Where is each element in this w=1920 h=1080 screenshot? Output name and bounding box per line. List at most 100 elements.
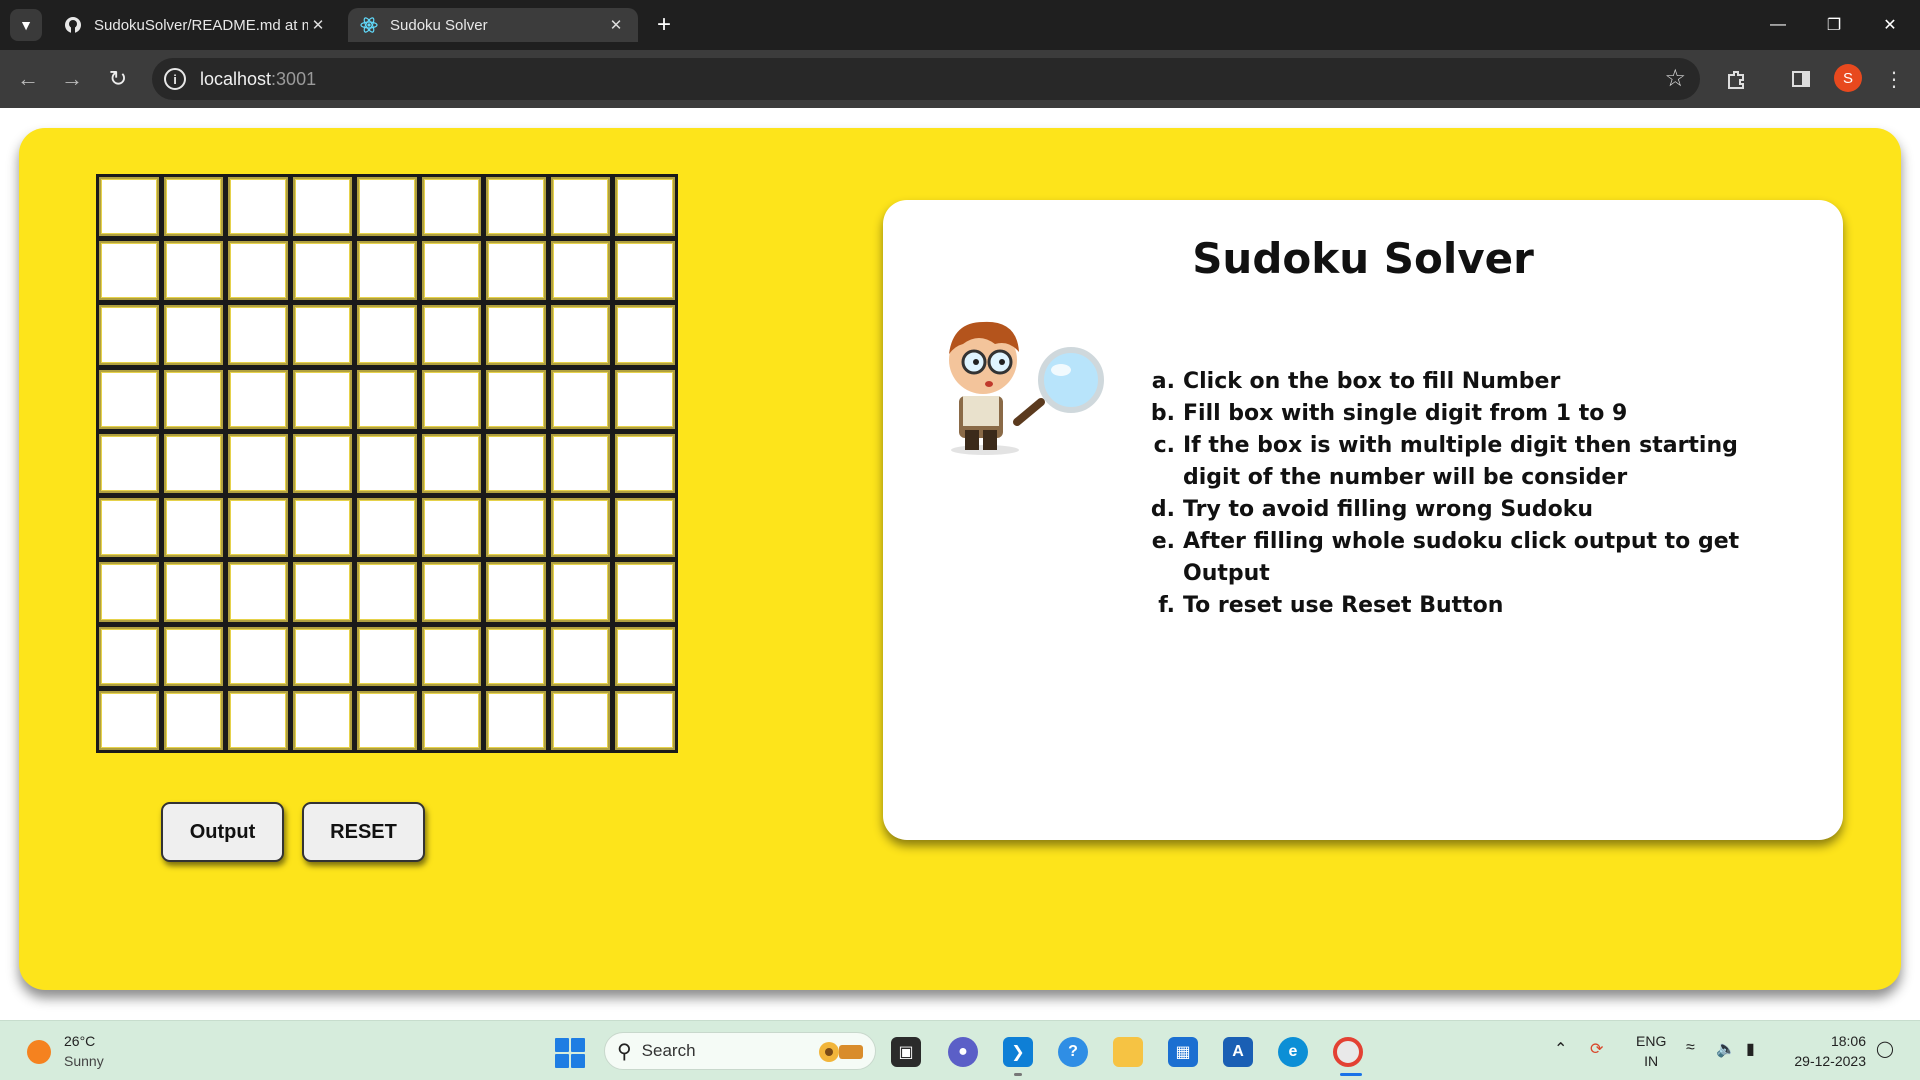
sudoku-cell[interactable] [292, 562, 353, 622]
sudoku-cell[interactable] [228, 241, 288, 301]
sudoku-cell[interactable] [357, 690, 417, 750]
tab-sudoku-solver[interactable]: Sudoku Solver ✕ [348, 8, 638, 42]
sudoku-cell[interactable] [486, 369, 546, 429]
sudoku-cell[interactable] [292, 241, 353, 301]
battery-icon[interactable]: ▮ [1746, 1039, 1755, 1059]
sudoku-cell[interactable] [292, 626, 353, 686]
tab-readme[interactable]: SudokuSolver/README.md at m ✕ [52, 8, 340, 42]
sudoku-cell[interactable] [486, 562, 546, 622]
side-panel-icon[interactable] [1785, 63, 1817, 95]
reload-icon[interactable]: ↻ [102, 63, 134, 95]
sudoku-cell[interactable] [163, 369, 224, 429]
sudoku-cell[interactable] [421, 305, 482, 365]
sudoku-cell[interactable] [421, 433, 482, 494]
task-view-icon[interactable]: ▣ [891, 1037, 921, 1067]
sudoku-cell[interactable] [421, 241, 482, 301]
sudoku-cell[interactable] [163, 177, 224, 237]
sudoku-cell[interactable] [421, 498, 482, 558]
back-arrow-icon[interactable]: ← [12, 63, 44, 95]
clock[interactable]: 18:06 29-12-2023 [1784, 1031, 1866, 1071]
sudoku-cell[interactable] [228, 433, 288, 494]
sudoku-cell[interactable] [615, 433, 675, 494]
sudoku-cell[interactable] [486, 177, 546, 237]
language-indicator[interactable]: ENG IN [1636, 1031, 1666, 1071]
sudoku-cell[interactable] [163, 241, 224, 301]
sudoku-cell[interactable] [486, 498, 546, 558]
file-explorer-icon[interactable] [1113, 1037, 1143, 1067]
volume-icon[interactable]: 🔈 [1716, 1039, 1736, 1059]
tab-search-button[interactable]: ▼ [10, 9, 42, 41]
reset-button[interactable]: RESET [302, 802, 425, 862]
sudoku-cell[interactable] [99, 626, 159, 686]
sudoku-cell[interactable] [486, 433, 546, 494]
forward-arrow-icon[interactable]: → [56, 63, 88, 95]
sudoku-cell[interactable] [99, 690, 159, 750]
sudoku-cell[interactable] [99, 498, 159, 558]
sudoku-cell[interactable] [421, 369, 482, 429]
vscode-icon[interactable]: ❯ [1003, 1037, 1033, 1067]
help-icon[interactable]: ? [1058, 1037, 1088, 1067]
sudoku-cell[interactable] [228, 562, 288, 622]
address-bar[interactable]: i localhost:3001 ☆ [152, 58, 1700, 100]
sudoku-cell[interactable] [99, 177, 159, 237]
close-icon[interactable]: ✕ [606, 15, 626, 35]
sudoku-cell[interactable] [357, 626, 417, 686]
sudoku-cell[interactable] [421, 690, 482, 750]
sudoku-cell[interactable] [550, 498, 611, 558]
close-icon[interactable]: ✕ [308, 15, 328, 35]
sudoku-cell[interactable] [357, 305, 417, 365]
sudoku-cell[interactable] [228, 177, 288, 237]
window-close-icon[interactable]: ✕ [1862, 0, 1918, 50]
sudoku-cell[interactable] [292, 369, 353, 429]
sudoku-cell[interactable] [486, 305, 546, 365]
sudoku-cell[interactable] [421, 177, 482, 237]
sudoku-cell[interactable] [615, 241, 675, 301]
sudoku-cell[interactable] [292, 690, 353, 750]
sudoku-cell[interactable] [99, 433, 159, 494]
sudoku-cell[interactable] [292, 177, 353, 237]
sudoku-cell[interactable] [486, 626, 546, 686]
restore-icon[interactable]: ❐ [1806, 0, 1862, 50]
sync-icon[interactable]: ⟳ [1590, 1039, 1603, 1059]
sudoku-cell[interactable] [550, 690, 611, 750]
sudoku-cell[interactable] [292, 433, 353, 494]
sudoku-cell[interactable] [550, 241, 611, 301]
bookmark-star-icon[interactable]: ☆ [1664, 64, 1686, 93]
sudoku-cell[interactable] [486, 690, 546, 750]
teams-chat-icon[interactable]: ● [948, 1037, 978, 1067]
sudoku-cell[interactable] [357, 177, 417, 237]
sudoku-cell[interactable] [292, 498, 353, 558]
sudoku-cell[interactable] [357, 241, 417, 301]
taskbar-search[interactable]: ⚲ Search [604, 1032, 876, 1070]
minimize-icon[interactable]: — [1750, 0, 1806, 50]
sudoku-cell[interactable] [163, 433, 224, 494]
extensions-icon[interactable] [1720, 63, 1752, 95]
weather-widget[interactable]: 26°C Sunny [64, 1031, 104, 1071]
sudoku-cell[interactable] [550, 177, 611, 237]
sudoku-cell[interactable] [615, 369, 675, 429]
sudoku-cell[interactable] [357, 562, 417, 622]
sudoku-cell[interactable] [615, 626, 675, 686]
sudoku-cell[interactable] [163, 562, 224, 622]
notification-bell-icon[interactable]: ◯ [1876, 1039, 1894, 1059]
more-menu-icon[interactable]: ⋮ [1878, 63, 1910, 95]
output-button[interactable]: Output [161, 802, 284, 862]
wifi-icon[interactable]: ≈ [1686, 1039, 1695, 1057]
sudoku-cell[interactable] [228, 626, 288, 686]
sudoku-cell[interactable] [550, 369, 611, 429]
sudoku-cell[interactable] [615, 177, 675, 237]
sudoku-cell[interactable] [99, 562, 159, 622]
sudoku-cell[interactable] [615, 305, 675, 365]
sun-icon[interactable] [27, 1040, 51, 1064]
new-tab-button[interactable]: + [650, 11, 678, 39]
sudoku-cell[interactable] [228, 498, 288, 558]
sudoku-cell[interactable] [228, 690, 288, 750]
microsoft-store-icon[interactable]: ▦ [1168, 1037, 1198, 1067]
sudoku-cell[interactable] [99, 241, 159, 301]
sudoku-cell[interactable] [99, 305, 159, 365]
sudoku-cell[interactable] [550, 433, 611, 494]
sudoku-cell[interactable] [357, 498, 417, 558]
sudoku-cell[interactable] [550, 305, 611, 365]
sudoku-cell[interactable] [163, 626, 224, 686]
sudoku-cell[interactable] [163, 305, 224, 365]
